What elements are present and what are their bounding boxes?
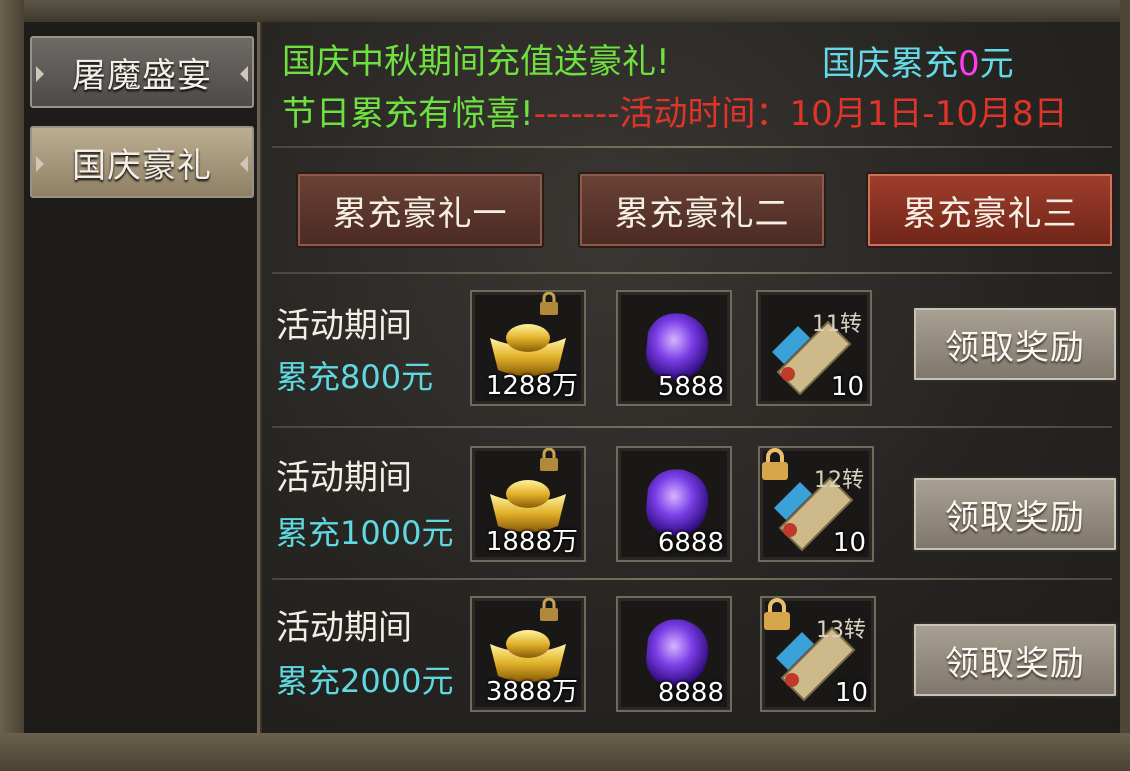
gift-tab-2[interactable]: 累充豪礼二 [578,172,826,248]
claim-reward-button[interactable]: 领取奖励 [912,622,1118,698]
item-quantity: 8888 [657,678,724,708]
claim-reward-button[interactable]: 领取奖励 [912,476,1118,552]
header-surprise-text: 节日累充有惊喜! [282,94,534,134]
reward-slot[interactable]: 11转 10 [756,290,872,406]
reward-slot[interactable]: 3888万 [470,596,586,712]
tab-notch-left-icon [36,156,44,172]
row-title: 活动期间 [276,458,412,498]
tab-notch-right-icon [240,66,248,82]
scroll-badge: 11转 [812,312,862,337]
event-time-text: -------活动时间：10月1日-10月8日 [533,94,1068,134]
sidebar-tab-label: 国庆豪礼 [72,145,212,186]
main-panel: 国庆中秋期间充值送豪礼! 国庆累充0元 节日累充有惊喜!-------活动时间：… [262,22,1120,733]
item-quantity: 1288万 [485,371,578,401]
lock-icon [540,292,558,315]
lock-icon [540,598,558,621]
window-frame-bottom [0,733,1130,771]
window-frame-right [1120,0,1130,771]
divider [272,578,1112,580]
item-quantity: 3888万 [485,677,578,707]
gift-tab-3[interactable]: 累充豪礼三 [866,172,1114,248]
item-quantity: 10 [832,528,866,558]
item-quantity: 1888万 [485,527,578,557]
item-quantity: 6888 [657,528,724,558]
divider [272,426,1112,428]
gift-tab-1[interactable]: 累充豪礼一 [296,172,544,248]
recharge-total-value: 0 [958,44,980,84]
reward-slot[interactable]: 1288万 [470,290,586,406]
reward-slot[interactable]: 6888 [616,446,732,562]
recharge-total-unit: 元 [979,44,1014,84]
sidebar-tab-label: 屠魔盛宴 [72,55,212,96]
reward-slot[interactable]: 5888 [616,290,732,406]
claim-reward-button[interactable]: 领取奖励 [912,306,1118,382]
sidebar: 屠魔盛宴 国庆豪礼 [24,22,260,733]
tab-notch-left-icon [36,66,44,82]
row-title: 活动期间 [276,306,412,346]
item-quantity: 10 [834,678,868,708]
scroll-badge: 12转 [814,468,864,493]
row-title: 活动期间 [276,608,412,648]
lock-icon [762,448,788,480]
reward-slot[interactable]: 12转 10 [758,446,874,562]
lock-icon [764,598,790,630]
recharge-total-label: 国庆累充 [822,44,958,84]
window-frame-left [0,0,24,771]
sidebar-tab-national-day-gift[interactable]: 国庆豪礼 [30,126,254,198]
divider [272,146,1112,148]
scroll-badge: 13转 [816,618,866,643]
recharge-total: 国庆累充0元 [822,36,1014,85]
item-quantity: 10 [830,372,864,402]
row-amount: 累充2000元 [276,662,454,700]
item-quantity: 5888 [657,372,724,402]
header-event-line: 节日累充有惊喜!-------活动时间：10月1日-10月8日 [282,86,1068,135]
reward-slot[interactable]: 13转 10 [760,596,876,712]
lock-icon [540,448,558,471]
row-amount: 累充1000元 [276,514,454,552]
divider [272,272,1112,274]
header-promo-line: 国庆中秋期间充值送豪礼! [282,42,670,82]
sidebar-tab-tumo-feast[interactable]: 屠魔盛宴 [30,36,254,108]
reward-slot[interactable]: 1888万 [470,446,586,562]
reward-slot[interactable]: 8888 [616,596,732,712]
tab-notch-right-icon [240,156,248,172]
window-frame-top [0,0,1130,22]
row-amount: 累充800元 [276,358,434,396]
